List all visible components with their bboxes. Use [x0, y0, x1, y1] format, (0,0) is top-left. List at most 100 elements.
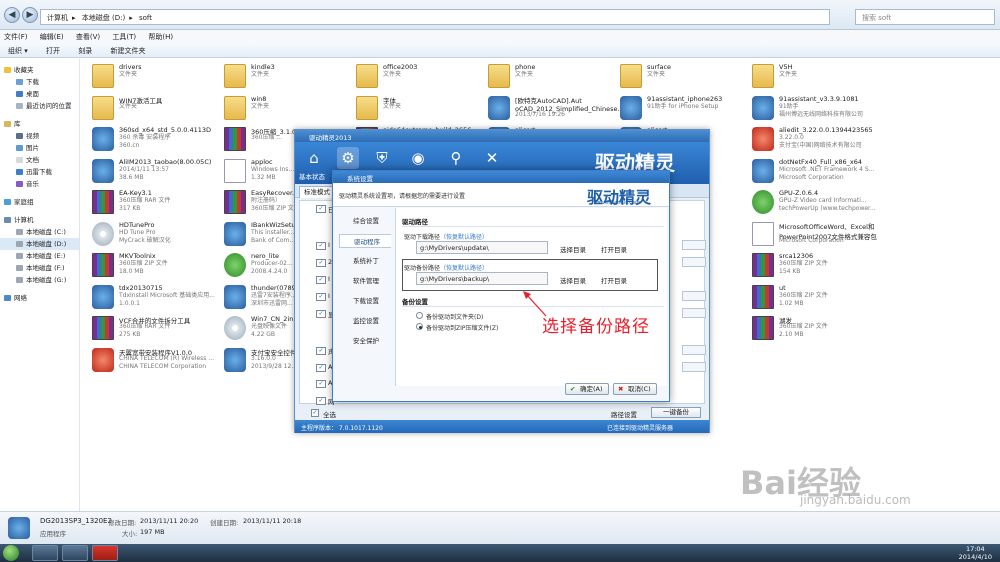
driver-row-action-button[interactable] [682, 291, 706, 301]
driver-checkbox[interactable]: ✓ [316, 380, 326, 388]
driver-row-action-button[interactable] [682, 345, 706, 355]
sd-nav-item[interactable]: 软件管理 [339, 274, 391, 288]
radio-backup-zip[interactable] [416, 323, 423, 330]
ok-button[interactable]: ✔ 确定(A) [565, 383, 609, 395]
nav-drive-e[interactable]: 本地磁盘 (E:) [0, 250, 79, 262]
search-input[interactable]: 搜索 soft [855, 9, 995, 25]
breadcrumb-1[interactable]: 本地磁盘 (D:) [82, 14, 125, 22]
download-path-input[interactable]: g:\MyDrivers\update\ [416, 241, 548, 254]
driver-checkbox[interactable]: ✓ [316, 259, 326, 267]
file-item[interactable]: srca12306 360压缩 ZIP 文件 154 KB [752, 251, 882, 281]
sd-nav-item[interactable]: 监控设置 [339, 314, 391, 328]
nav-desktop[interactable]: 桌面 [0, 88, 79, 100]
address-input[interactable]: 计算机 ▸ 本地磁盘 (D:) ▸ soft [40, 9, 830, 25]
path-settings-link[interactable]: 路径设置 [611, 409, 637, 419]
nav-libraries[interactable]: 库 [0, 118, 79, 130]
driver-checkbox[interactable]: ✓ [316, 347, 326, 355]
menu-edit[interactable]: 编辑(E) [40, 33, 64, 41]
taskbar-ie[interactable] [32, 545, 58, 561]
forward-button[interactable]: ▶ [22, 7, 38, 23]
tools-icon[interactable]: ✕ [481, 147, 503, 169]
menu-help[interactable]: 帮助(H) [148, 33, 173, 41]
breadcrumb-2[interactable]: soft [139, 14, 152, 22]
file-item[interactable]: phone 文件夹 [488, 62, 618, 92]
sd-nav-item[interactable]: 下载设置 [339, 294, 391, 308]
back-button[interactable]: ◀ [4, 7, 20, 23]
file-item[interactable]: 91assistant_v3.3.9.1081 91助手 福州博远无线网络科技有限… [752, 94, 882, 124]
file-item[interactable]: MKVToolnix 360压缩 ZIP 文件 18.0 MB [92, 251, 222, 281]
start-button[interactable] [3, 545, 19, 561]
nav-drive-g[interactable]: 本地磁盘 (G:) [0, 274, 79, 286]
menu-view[interactable]: 查看(V) [76, 33, 100, 41]
nav-drive-c[interactable]: 本地磁盘 (C:) [0, 226, 79, 238]
nav-downloads[interactable]: 下载 [0, 76, 79, 88]
burn-button[interactable]: 刻录 [78, 47, 92, 55]
file-item[interactable]: 360sd_x64_std_5.0.0.4113D 360 杀毒 安装程序 360… [92, 125, 222, 155]
one-click-backup-button[interactable]: 一键备份 [651, 407, 701, 418]
file-item[interactable]: HDTunePro HD Tune Pro MyCrack 破解汉化 [92, 220, 222, 250]
file-item[interactable]: drivers 文件夹 [92, 62, 222, 92]
dg-nav-basic-status[interactable]: 基本状态 [299, 171, 325, 181]
search-icon[interactable]: ⚲ [445, 147, 467, 169]
driver-checkbox[interactable]: ✓ [316, 364, 326, 372]
restore-default-download-link[interactable]: （恢复默认路径） [440, 234, 488, 241]
tab-standard-mode[interactable]: 标准模式 [299, 186, 335, 198]
select-all-checkbox[interactable]: ✓ [311, 409, 319, 417]
driver-checkbox[interactable]: ✓ [316, 310, 326, 318]
cancel-button[interactable]: ✖ 取消(C) [613, 383, 657, 395]
open-button[interactable]: 打开 [46, 47, 60, 55]
file-item[interactable]: surface 文件夹 [620, 62, 750, 92]
sd-nav-item[interactable]: 综合设置 [339, 214, 391, 228]
file-item[interactable]: AliIM2013_taobao(8.00.05C) 2014/1/11 13:5… [92, 157, 222, 187]
nav-drive-d[interactable]: 本地磁盘 (D:) [0, 238, 79, 250]
file-item[interactable]: 字体 文件夹 [356, 94, 486, 124]
breadcrumb-0[interactable]: 计算机 [47, 14, 68, 22]
nav-documents[interactable]: 文档 [0, 154, 79, 166]
driver-checkbox[interactable]: ✓ [316, 242, 326, 250]
menu-tools[interactable]: 工具(T) [112, 33, 136, 41]
menu-file[interactable]: 文件(F) [4, 33, 28, 41]
sd-nav-item[interactable]: 驱动程序 [339, 234, 391, 248]
taskbar-explorer[interactable] [62, 545, 88, 561]
file-item[interactable]: aliedit_3.22.0.0.1394423565 3.22.0.0 支付宝(… [752, 125, 882, 155]
driver-checkbox[interactable]: ✓ [316, 276, 326, 284]
open-dir-download-button[interactable]: 打开目录 [601, 244, 627, 254]
sd-nav-item[interactable]: 系统补丁 [339, 254, 391, 268]
driver-row-action-button[interactable] [682, 257, 706, 267]
new-folder-button[interactable]: 新建文件夹 [110, 47, 145, 55]
nav-pictures[interactable]: 图片 [0, 142, 79, 154]
nav-videos[interactable]: 视频 [0, 130, 79, 142]
sd-nav-item[interactable]: 安全保护 [339, 334, 391, 348]
file-item[interactable]: 湖发 360压缩 ZIP 文件 2.10 MB [752, 314, 882, 344]
file-item[interactable]: win8 文件夹 [224, 94, 354, 124]
nav-favorites[interactable]: 收藏夹 [0, 64, 79, 76]
nav-music[interactable]: 音乐 [0, 178, 79, 190]
radio-backup-folder[interactable] [416, 312, 423, 319]
choose-dir-download-button[interactable]: 选择目录 [560, 244, 586, 254]
file-item[interactable]: ut 360压缩 ZIP 文件 1.02 MB [752, 283, 882, 313]
gear-icon[interactable]: ⚙ [337, 147, 359, 169]
driver-row-action-button[interactable] [682, 240, 706, 250]
file-item[interactable]: office2003 文件夹 [356, 62, 486, 92]
disc-icon[interactable]: ◉ [407, 147, 429, 169]
file-item[interactable]: EA-Key3.1 360压缩 RAR 文件 317 KB [92, 188, 222, 218]
file-item[interactable]: V5H 文件夹 [752, 62, 882, 92]
shield-icon[interactable]: ⛨ [371, 147, 393, 169]
driver-checkbox[interactable]: ✓ [316, 397, 326, 405]
nav-recent[interactable]: 最近访问的位置 [0, 100, 79, 112]
driver-row-action-button[interactable] [682, 308, 706, 318]
file-item[interactable]: VCF合并的文件拆分工具 360压缩 RAR 文件 275 KB [92, 314, 222, 344]
file-item[interactable]: kindle3 文件夹 [224, 62, 354, 92]
file-item[interactable]: [欧特克AutoCAD].Aut oCAD_2012_Simplified_Ch… [488, 94, 624, 124]
nav-computer[interactable]: 计算机 [0, 214, 79, 226]
file-item[interactable]: GPU-Z.0.6.4 GPU-Z Video card Informati...… [752, 188, 882, 218]
nav-network[interactable]: 网络 [0, 292, 79, 304]
clock[interactable]: 17:04 2014/4/10 [959, 545, 992, 561]
file-item[interactable]: 天翼宽带安装程序V1.0.0 CHINA TELECOM (R) Wireless… [92, 346, 222, 376]
file-item[interactable]: 91assistant_iphone263 91助手 for iPhone Set… [620, 94, 750, 124]
driver-checkbox[interactable]: ✓ [316, 293, 326, 301]
driver-checkbox[interactable]: ✓ [316, 205, 326, 213]
file-item[interactable]: tdx20130715 TdxInstall Microsoft 基础类应用...… [92, 283, 222, 313]
taskbar-app[interactable] [92, 545, 118, 561]
nav-thunder[interactable]: 迅雷下载 [0, 166, 79, 178]
